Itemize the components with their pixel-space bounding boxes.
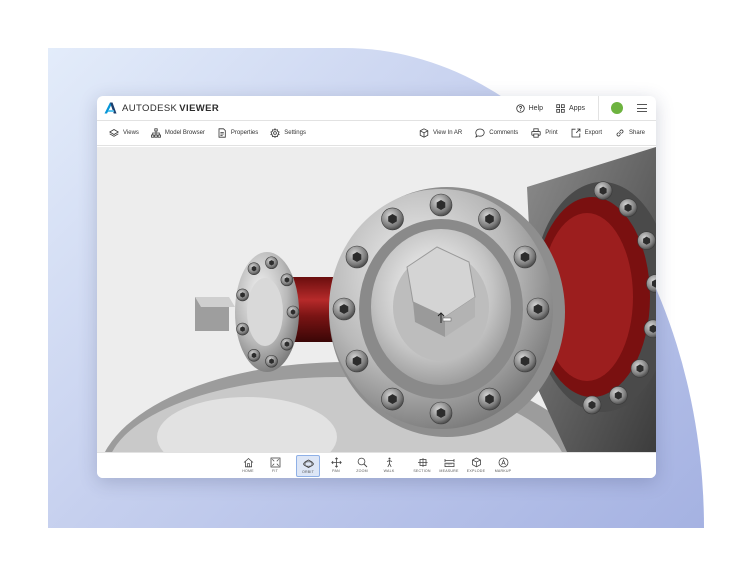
hamburger-menu-icon[interactable] bbox=[637, 104, 647, 112]
help-label: Help bbox=[528, 104, 544, 112]
product-name: VIEWER bbox=[179, 102, 220, 114]
view-in-ar-button[interactable]: View In AR bbox=[419, 128, 462, 138]
brand-text: AUTODESK bbox=[122, 102, 178, 114]
walk-icon bbox=[386, 457, 392, 468]
pan-tool[interactable]: PAN bbox=[324, 455, 348, 477]
home-label: HOME bbox=[242, 469, 254, 473]
navigation-toolbar: HOME FIT ORBIT PAN ZOOM WALK SECTION MEA… bbox=[97, 452, 656, 478]
orbit-label: ORBIT bbox=[302, 470, 314, 474]
user-avatar[interactable] bbox=[611, 102, 623, 114]
explode-tool[interactable]: EXPLODE bbox=[464, 455, 488, 477]
properties-button[interactable]: Properties bbox=[217, 128, 258, 138]
fit-icon bbox=[270, 457, 280, 468]
zoom-icon bbox=[357, 457, 367, 468]
hierarchy-icon bbox=[151, 128, 161, 138]
main-toolbar: Views Model Browser Properties Settings … bbox=[97, 121, 656, 146]
layers-icon bbox=[109, 129, 119, 137]
document-icon bbox=[218, 128, 226, 138]
measure-tool[interactable]: MEASURE bbox=[437, 455, 461, 477]
markup-tool[interactable]: MARKUP bbox=[491, 455, 515, 477]
link-icon bbox=[616, 129, 624, 137]
view-in-ar-label: View In AR bbox=[433, 130, 463, 136]
question-circle-icon bbox=[515, 103, 525, 113]
settings-button[interactable]: Settings bbox=[270, 128, 306, 138]
titlebar-divider bbox=[598, 96, 599, 121]
gear-icon bbox=[270, 128, 281, 138]
help-button[interactable]: Help bbox=[515, 103, 544, 113]
ar-cube-icon bbox=[419, 128, 429, 138]
model-browser-label: Model Browser bbox=[164, 130, 205, 136]
settings-label: Settings bbox=[284, 130, 306, 136]
home-icon bbox=[243, 457, 253, 468]
print-button[interactable]: Print bbox=[531, 128, 558, 138]
orbit-icon bbox=[302, 459, 314, 468]
apps-button[interactable]: Apps bbox=[556, 103, 585, 113]
share-label: Share bbox=[628, 130, 645, 136]
comments-button[interactable]: Comments bbox=[475, 128, 518, 138]
share-button[interactable]: Share bbox=[615, 128, 645, 138]
pan-icon bbox=[330, 457, 342, 468]
walk-tool[interactable]: WALK bbox=[377, 455, 401, 477]
views-label: Views bbox=[123, 130, 139, 136]
home-tool[interactable]: HOME bbox=[236, 455, 260, 477]
zoom-label: ZOOM bbox=[356, 469, 368, 473]
explode-icon bbox=[471, 457, 481, 468]
export-button[interactable]: Export bbox=[571, 128, 602, 138]
comments-label: Comments bbox=[489, 130, 519, 136]
measure-label: MEASURE bbox=[439, 469, 459, 473]
section-tool[interactable]: SECTION bbox=[410, 455, 434, 477]
export-icon bbox=[571, 128, 581, 138]
pan-label: PAN bbox=[332, 469, 340, 473]
brand-name: AUTODESK VIEWER bbox=[122, 103, 219, 114]
printer-icon bbox=[531, 128, 541, 138]
autodesk-logo[interactable]: AUTODESK VIEWER bbox=[104, 102, 219, 114]
title-bar: AUTODESK VIEWER Help Apps bbox=[97, 96, 656, 121]
markup-label: MARKUP bbox=[494, 469, 512, 473]
export-label: Export bbox=[584, 130, 602, 136]
speech-bubble-icon bbox=[475, 128, 485, 138]
grid-icon bbox=[556, 103, 565, 113]
model-render bbox=[105, 147, 656, 452]
orbit-tool[interactable]: ORBIT bbox=[296, 455, 320, 477]
section-icon bbox=[417, 458, 427, 467]
print-label: Print bbox=[545, 130, 558, 136]
apps-label: Apps bbox=[569, 104, 585, 112]
views-button[interactable]: Views bbox=[109, 128, 139, 138]
zoom-tool[interactable]: ZOOM bbox=[350, 455, 374, 477]
properties-label: Properties bbox=[230, 130, 259, 136]
walk-label: WALK bbox=[383, 469, 395, 473]
section-label: SECTION bbox=[413, 469, 431, 473]
fit-label: FIT bbox=[272, 469, 278, 473]
measure-icon bbox=[444, 459, 454, 467]
explode-label: EXPLODE bbox=[466, 469, 486, 473]
model-viewport[interactable] bbox=[97, 147, 656, 452]
autodesk-logo-icon bbox=[104, 102, 117, 114]
viewer-window: AUTODESK VIEWER Help Apps Views Model Bro… bbox=[97, 96, 656, 478]
model-browser-button[interactable]: Model Browser bbox=[151, 128, 205, 138]
markup-icon bbox=[498, 457, 508, 468]
fit-tool[interactable]: FIT bbox=[263, 455, 287, 477]
